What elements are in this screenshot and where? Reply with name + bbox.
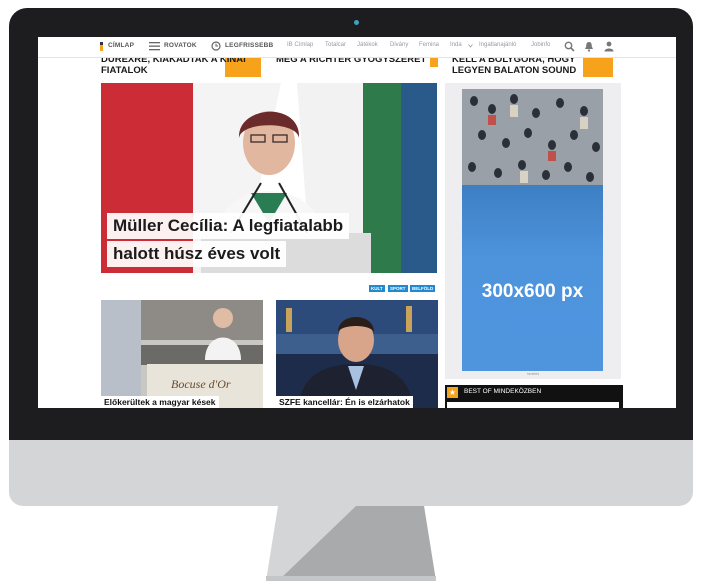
nav-link-totalcar[interactable]: Totalcar (325, 42, 346, 48)
nav-latest[interactable]: LEGFRISSEBB (225, 42, 273, 49)
headline-text: FIATALOK (101, 65, 148, 76)
headline-text: LEGYEN BALATON SOUND (452, 65, 577, 76)
hamburger-icon[interactable] (149, 41, 160, 51)
search-icon[interactable] (564, 41, 575, 52)
ad-size-label: 300x600 px (481, 281, 584, 302)
ad-note: hirdetés (526, 372, 540, 376)
tag-sport[interactable]: SPORT (388, 285, 408, 292)
star-icon: ★ (447, 387, 458, 398)
nav-link-divany[interactable]: Divány (390, 42, 408, 48)
user-icon[interactable] (604, 41, 614, 52)
clock-icon[interactable] (211, 41, 221, 51)
browser-screen: CÍMLAP ROVATOK LEGFRISSEBB IB Címlap Tot… (38, 37, 676, 408)
headline-accent (583, 57, 613, 77)
best-of-label[interactable]: BEST OF MINDEKÖZBEN (464, 388, 541, 395)
article-card-knives[interactable]: Bocuse d'Or Előkerültek a magyar kések (101, 300, 263, 408)
nav-link-femina[interactable]: Femina (419, 42, 439, 48)
nav-link-inda[interactable]: Inda (450, 42, 462, 48)
tag-kult[interactable]: KULT (369, 285, 385, 292)
best-of-content (447, 402, 619, 408)
nav-link-games[interactable]: Játékok (357, 42, 378, 48)
nav-home[interactable]: CÍMLAP (108, 42, 134, 49)
article-card-szfe[interactable]: SZFE kancellár: Én is elzárhatok (276, 300, 438, 408)
article-photo: Bocuse d'Or (101, 300, 263, 408)
article-photo (276, 300, 438, 408)
nav-link-ib[interactable]: IB Címlap (287, 42, 313, 48)
nav-link-jobinfo[interactable]: Jobinfo (531, 42, 550, 48)
hero-title-line-2[interactable]: halott húsz éves volt (107, 241, 287, 267)
plate-logo-text: Bocuse d'Or (171, 377, 231, 391)
monitor-chin (9, 440, 693, 506)
tag-belfold[interactable]: BELFÖLD (410, 285, 436, 292)
ad-banner[interactable]: 300x600 px hirdetés (445, 83, 621, 379)
best-of-box[interactable]: ★ BEST OF MINDEKÖZBEN (445, 385, 623, 408)
hero-title-line-1[interactable]: Müller Cecília: A legfiatalabb (107, 213, 350, 239)
monitor-stand (266, 506, 436, 581)
camera-icon (354, 20, 359, 25)
article-caption[interactable]: SZFE kancellár: Én is elzárhatok (276, 396, 413, 408)
nav-link-ingatlan[interactable]: Ingatlanajánló (479, 42, 516, 48)
top-navigation: CÍMLAP ROVATOK LEGFRISSEBB IB Címlap Tot… (38, 37, 676, 58)
ad-photo (462, 89, 603, 185)
headline-accent (430, 57, 438, 67)
bell-icon[interactable] (584, 41, 594, 52)
ad-placeholder: 300x600 px (462, 185, 603, 371)
nav-sections[interactable]: ROVATOK (164, 42, 197, 49)
article-caption[interactable]: Előkerültek a magyar kések (101, 396, 219, 408)
chevron-down-icon[interactable] (468, 44, 473, 48)
hero-article[interactable]: Müller Cecília: A legfiatalabb halott hú… (101, 83, 437, 273)
